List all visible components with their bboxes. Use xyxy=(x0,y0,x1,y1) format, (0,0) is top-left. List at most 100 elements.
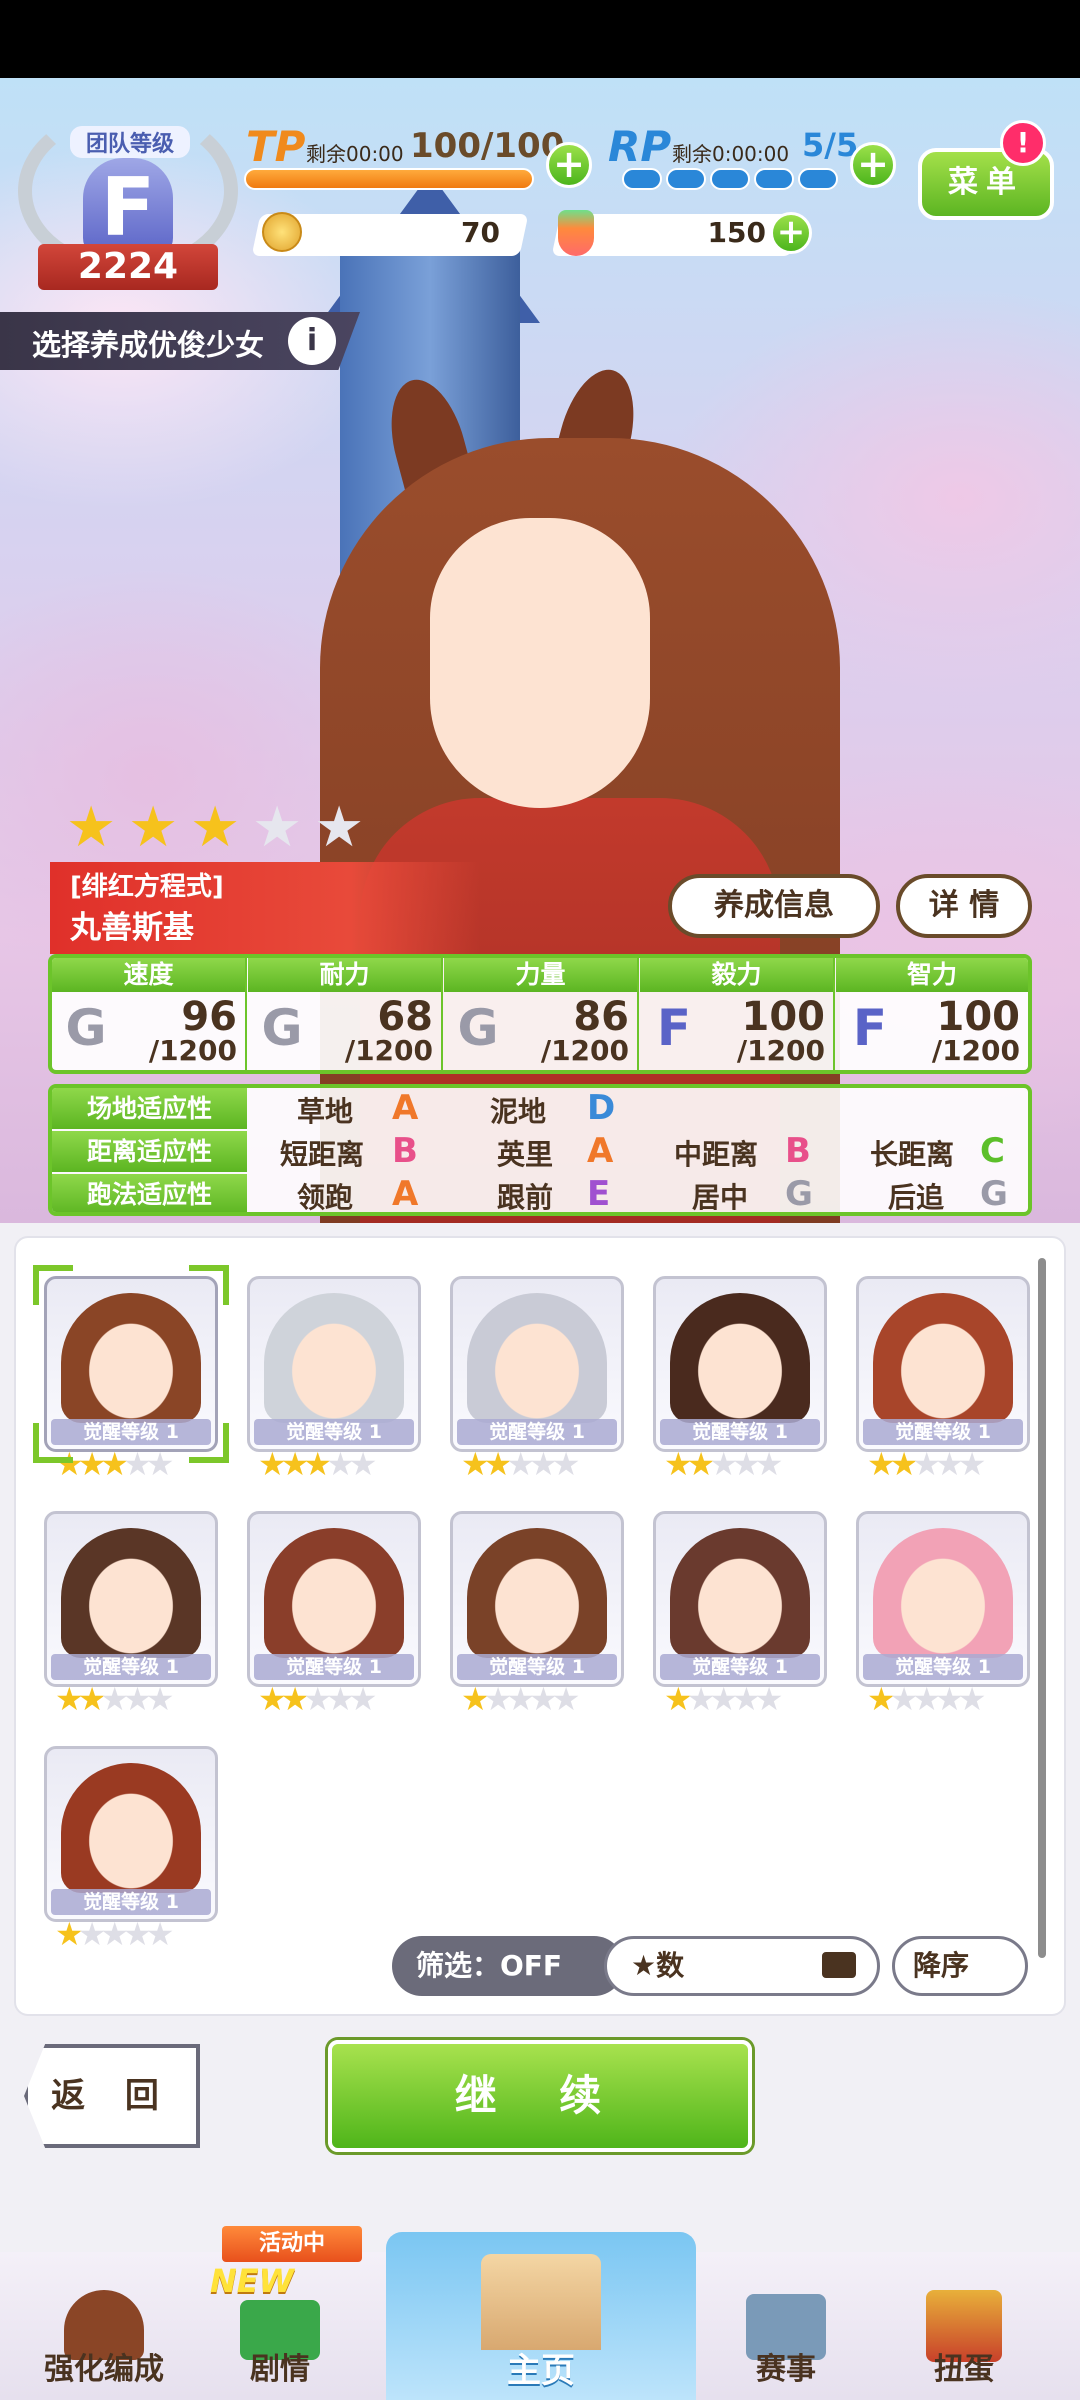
roster-card[interactable]: 觉醒等级 1 ★★★★★ xyxy=(856,1276,1030,1480)
star-empty-icon: ★ xyxy=(506,1680,535,1718)
aptitude-grade: C xyxy=(980,1131,1005,1171)
star-empty-icon: ★ xyxy=(957,1680,987,1718)
roster-card[interactable]: 觉醒等级 1 ★★★★★ xyxy=(44,1511,218,1715)
event-badge: 活动中 xyxy=(222,2226,362,2262)
star-empty-icon: ★ xyxy=(754,1445,784,1483)
nav-gacha[interactable]: 扭蛋 xyxy=(884,2290,1044,2400)
stat-power-label: 力量 xyxy=(444,958,637,992)
roster-card[interactable]: 觉醒等级 1 ★★★★★ xyxy=(653,1511,827,1715)
roster-card[interactable]: 觉醒等级 1 ★★★★★ xyxy=(247,1276,421,1480)
star-empty-icon: ★ xyxy=(100,1680,129,1718)
roster-card[interactable]: 觉醒等级 1 ★★★★★ xyxy=(856,1511,1030,1715)
carrot-count: 150 xyxy=(707,216,766,249)
coin-icon xyxy=(262,212,302,252)
aptitude-grade: D xyxy=(587,1088,616,1128)
card-stars: ★★★★★ xyxy=(867,1683,986,1715)
star-empty-icon: ★ xyxy=(551,1445,581,1483)
star-filled-icon: ★ xyxy=(100,1445,129,1483)
detail-button[interactable]: 详 情 xyxy=(896,874,1032,938)
roster-card[interactable]: 觉醒等级 1 ★★★★★ xyxy=(653,1276,827,1480)
star-filled-icon: ★ xyxy=(77,1680,107,1718)
nav-home[interactable]: 主页 xyxy=(386,2232,696,2400)
nav-story[interactable]: 剧情 xyxy=(200,2290,360,2400)
training-info-button[interactable]: 养成信息 xyxy=(668,874,880,938)
star-empty-icon: ★ xyxy=(145,1680,175,1718)
tp-timer: 剩余00:00 xyxy=(306,142,404,166)
roster-card[interactable]: 觉醒等级 1 ★★★★★ xyxy=(450,1511,624,1715)
star-filled-icon: ★ xyxy=(461,1445,490,1483)
aptitude-name: 长距离 xyxy=(870,1138,955,1171)
awakening-level-label: 觉醒等级 1 xyxy=(254,1654,414,1680)
stat-stamina-label: 耐力 xyxy=(248,958,441,992)
roster-scrollbar[interactable] xyxy=(1038,1258,1046,1958)
character-name: 丸善斯基 xyxy=(70,910,194,946)
filter-toggle[interactable]: 筛选：OFF xyxy=(392,1936,624,1996)
star-filled-icon: ★ xyxy=(303,1445,332,1483)
star-empty-icon: ★ xyxy=(732,1680,761,1718)
star-empty-icon: ★ xyxy=(145,1445,175,1483)
tp-add-button[interactable]: + xyxy=(546,142,592,188)
rp-label: RP xyxy=(608,122,672,171)
card-stars: ★★★★★ xyxy=(461,1683,580,1715)
carrot-icon xyxy=(558,210,594,256)
aptitude-grade: E xyxy=(587,1174,611,1214)
star-empty-icon: ★ xyxy=(709,1445,738,1483)
character-portrait xyxy=(61,1293,201,1423)
star-filled-icon: ★ xyxy=(55,1680,84,1718)
order-button[interactable]: 降序 xyxy=(892,1936,1028,1996)
star-filled-icon: ★ xyxy=(889,1445,919,1483)
aptitude-name: 英里 xyxy=(497,1138,554,1171)
star-empty-icon: ★ xyxy=(506,1445,535,1483)
star-empty-icon: ★ xyxy=(551,1680,581,1718)
awakening-level-label: 觉醒等级 1 xyxy=(863,1419,1023,1445)
star-filled-icon: ★ xyxy=(664,1445,693,1483)
coin-count: 70 xyxy=(461,216,500,249)
selection-corner xyxy=(33,1423,73,1463)
info-icon[interactable]: i xyxy=(288,317,336,365)
nav-home-label: 主页 xyxy=(507,2351,575,2391)
star-empty-icon: ★ xyxy=(123,1445,152,1483)
aptitude-name: 泥地 xyxy=(490,1095,547,1128)
roster-card[interactable]: 觉醒等级 1 ★★★★★ xyxy=(33,1265,229,1480)
card-stars: ★★★★★ xyxy=(664,1448,783,1480)
star-empty-icon: ★ xyxy=(935,1680,964,1718)
rp-pip xyxy=(754,168,794,190)
team-rank-emblem[interactable]: 团队等级 F 2224 xyxy=(18,96,238,296)
character-face xyxy=(430,518,650,808)
star-filled-icon: ★ xyxy=(686,1445,716,1483)
stat-power-grade: G xyxy=(457,999,499,1057)
tp-label: TP xyxy=(246,122,306,171)
star-empty-icon: ★ xyxy=(912,1445,941,1483)
stat-speed-grade: G xyxy=(65,999,107,1057)
star-empty-icon: ★ xyxy=(100,1915,129,1953)
card-stars: ★★★★★ xyxy=(55,1683,174,1715)
roster-card[interactable]: 觉醒等级 1 ★★★★★ xyxy=(247,1511,421,1715)
back-button[interactable]: 返 回 xyxy=(24,2044,200,2148)
awakening-level-label: 觉醒等级 1 xyxy=(51,1419,211,1445)
nav-story-label: 剧情 xyxy=(250,2352,310,2387)
awakening-level-label: 觉醒等级 1 xyxy=(51,1889,211,1915)
card-stars: ★★★★★ xyxy=(55,1918,174,1950)
star-empty-icon: ★ xyxy=(145,1915,175,1953)
character-portrait xyxy=(61,1763,201,1893)
rp-add-button[interactable]: + xyxy=(850,142,896,188)
aptitude-name: 居中 xyxy=(692,1181,749,1214)
roster-card[interactable]: 觉醒等级 1 ★★★★★ xyxy=(44,1746,218,1950)
status-bar xyxy=(0,0,1080,78)
star-empty-icon: ★ xyxy=(935,1445,964,1483)
character-portrait xyxy=(264,1528,404,1658)
continue-button[interactable]: 继 续 xyxy=(328,2040,752,2152)
star-empty-icon: ★ xyxy=(326,1680,355,1718)
stat-speed-max: /1200 xyxy=(148,1034,237,1067)
roster-card[interactable]: 觉醒等级 1 ★★★★★ xyxy=(450,1276,624,1480)
aptitude-distance-label: 距离适应性 xyxy=(52,1131,247,1172)
character-portrait xyxy=(873,1528,1013,1658)
aptitude-grade: A xyxy=(392,1174,419,1214)
nav-race[interactable]: 赛事 xyxy=(706,2290,866,2400)
star-empty-icon: ★ xyxy=(326,1445,355,1483)
carrot-add-button[interactable]: + xyxy=(770,212,812,254)
awakening-level-label: 觉醒等级 1 xyxy=(51,1654,211,1680)
team-rank-score: 2224 xyxy=(38,244,218,290)
nav-enhance[interactable]: 强化编成 xyxy=(24,2290,184,2400)
rp-pip xyxy=(798,168,838,190)
